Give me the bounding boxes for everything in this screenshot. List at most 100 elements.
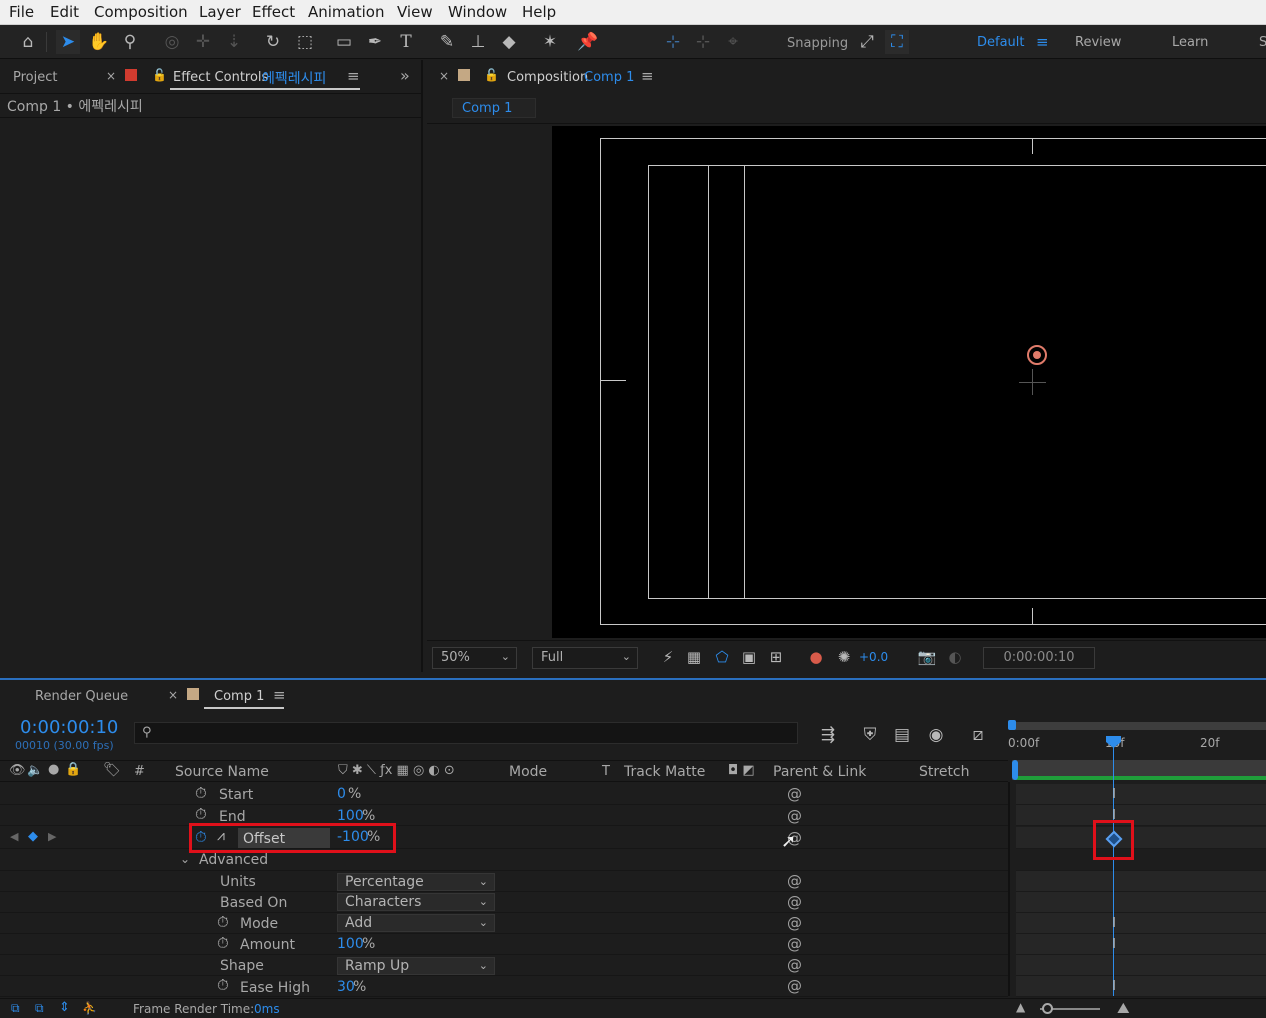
zoom-out-icon[interactable]: ▲ xyxy=(1016,1000,1025,1014)
panel-splitter[interactable] xyxy=(1008,782,1010,996)
tab-composition[interactable]: Composition xyxy=(507,70,588,85)
hold-keyframe-icon[interactable]: I xyxy=(1108,979,1120,994)
next-keyframe-icon[interactable]: ▶ xyxy=(48,830,56,843)
track-end[interactable] xyxy=(1016,805,1266,826)
composition-mini-flowchart-icon[interactable]: ⇶ xyxy=(816,723,840,747)
menu-effect[interactable]: Effect xyxy=(252,3,295,21)
tab-render-queue[interactable]: Render Queue xyxy=(35,689,128,704)
expression-pick-whip-icon[interactable]: @ xyxy=(787,807,802,825)
expression-pick-whip-icon[interactable]: @ xyxy=(787,785,802,803)
property-value[interactable]: 100 xyxy=(337,936,364,952)
chevron-down-icon[interactable]: ⌄ xyxy=(180,852,190,866)
home-icon[interactable]: ⌂ xyxy=(16,30,40,54)
pen-tool-icon[interactable]: ✒ xyxy=(363,30,387,54)
time-ruler[interactable]: 0:00f 10f 20f xyxy=(1008,720,1266,782)
track-start[interactable] xyxy=(1016,784,1266,805)
units-dropdown[interactable]: Percentage ⌄ xyxy=(337,873,495,891)
workspace-review[interactable]: Review xyxy=(1075,35,1121,50)
column-track-matte[interactable]: Track Matte xyxy=(624,764,705,780)
brush-tool-icon[interactable]: ✎ xyxy=(435,30,459,54)
work-area-start-handle[interactable] xyxy=(1008,720,1016,730)
color-management-icon[interactable]: ✺ xyxy=(832,645,856,669)
keyframe-navigator-icon[interactable]: ◆ xyxy=(28,829,38,844)
tab-effect-controls[interactable]: Effect Controls xyxy=(173,70,268,85)
transparency-grid-icon[interactable]: ▦ xyxy=(682,645,706,669)
in-out-toggle-icon[interactable]: ⇕ xyxy=(59,1000,70,1015)
menu-composition[interactable]: Composition xyxy=(94,3,188,21)
effect-controls-layer-name[interactable]: 에펙레시피 xyxy=(262,68,326,88)
mask-visibility-icon[interactable]: ⬠ xyxy=(710,645,734,669)
expression-pick-whip-icon[interactable]: @ xyxy=(787,872,802,890)
workspace-default[interactable]: Default xyxy=(977,35,1025,50)
property-value[interactable]: 0 xyxy=(337,786,346,802)
mode-dropdown[interactable]: Add ⌄ xyxy=(337,914,495,932)
lock-icon[interactable]: 🔒 xyxy=(65,762,81,777)
menu-window[interactable]: Window xyxy=(448,3,507,21)
selection-tool-icon[interactable]: ➤ xyxy=(56,30,80,54)
current-time-indicator[interactable] xyxy=(1113,738,1114,996)
menu-view[interactable]: View xyxy=(397,3,433,21)
expression-pick-whip-icon[interactable]: @ xyxy=(787,956,802,974)
menu-edit[interactable]: Edit xyxy=(50,3,79,21)
property-value[interactable]: 100 xyxy=(337,808,364,824)
track-ease-high[interactable] xyxy=(1016,976,1266,997)
show-snapshot-icon[interactable]: ◐ xyxy=(943,645,967,669)
composition-viewer[interactable] xyxy=(552,126,1266,638)
timeline-zoom-handle[interactable] xyxy=(1042,1003,1053,1014)
render-time-toggle-icon[interactable]: ⛹ xyxy=(82,1001,97,1015)
stopwatch-icon[interactable]: ⏱ xyxy=(217,976,229,994)
close-icon[interactable]: × xyxy=(106,69,116,83)
exposure-value[interactable]: +0.0 xyxy=(859,650,888,664)
hold-keyframe-icon[interactable]: I xyxy=(1108,787,1120,802)
track-units[interactable] xyxy=(1016,871,1266,892)
region-of-interest-icon[interactable]: ▣ xyxy=(737,645,761,669)
channel-icon[interactable]: ● xyxy=(804,645,828,669)
menu-animation[interactable]: Animation xyxy=(308,3,384,21)
current-time-display[interactable]: 0:00:00:10 xyxy=(983,647,1095,669)
fast-previews-icon[interactable]: ⚡ xyxy=(656,645,680,669)
track-offset[interactable] xyxy=(1016,827,1266,849)
hide-shy-layers-icon[interactable]: ▤ xyxy=(890,723,914,747)
eraser-tool-icon[interactable]: ◆ xyxy=(497,30,521,54)
grid-guides-icon[interactable]: ⊞ xyxy=(764,645,788,669)
orbit-camera-icon[interactable]: ◎ xyxy=(160,30,184,54)
dolly-camera-icon[interactable]: ⇣ xyxy=(222,30,246,54)
audio-icon[interactable]: 🔈 xyxy=(27,763,43,778)
type-tool-icon[interactable]: T xyxy=(394,30,418,54)
tab-timeline-comp[interactable]: Comp 1 xyxy=(214,689,264,704)
pan-camera-icon[interactable]: ✛ xyxy=(191,30,215,54)
snap-features-icon[interactable]: ⛶ xyxy=(885,30,909,54)
stopwatch-icon[interactable]: ⏱ xyxy=(217,913,229,931)
comp-pill[interactable]: Comp 1 xyxy=(452,98,536,118)
rectangle-tool-icon[interactable]: ▭ xyxy=(332,30,356,54)
column-mode[interactable]: Mode xyxy=(509,764,547,780)
panel-menu-icon[interactable]: ≡ xyxy=(273,686,286,704)
menu-file[interactable]: File xyxy=(9,3,34,21)
draft-3d-icon[interactable]: ⛨ xyxy=(858,723,882,747)
panel-menu-icon[interactable]: ≡ xyxy=(641,67,654,85)
column-stretch[interactable]: Stretch xyxy=(919,764,970,780)
advanced-group-row[interactable]: ⌄ Advanced xyxy=(0,850,1008,871)
stopwatch-icon[interactable]: ⏱ xyxy=(195,784,207,802)
stopwatch-icon[interactable]: ⏱ xyxy=(217,934,229,952)
clone-stamp-tool-icon[interactable]: ⊥ xyxy=(466,30,490,54)
menu-help[interactable]: Help xyxy=(522,3,556,21)
track-based-on[interactable] xyxy=(1016,892,1266,913)
tab-project[interactable]: Project xyxy=(13,70,57,85)
workspace-learn[interactable]: Learn xyxy=(1172,35,1208,50)
search-input[interactable]: ⚲ xyxy=(134,722,798,744)
lock-icon[interactable]: 🔓 xyxy=(152,68,167,82)
anchor-point-icon[interactable] xyxy=(1027,345,1047,365)
snap-expand-icon[interactable]: ⤢ xyxy=(855,30,879,54)
track-amount[interactable] xyxy=(1016,934,1266,955)
axis-tool-icon[interactable]: ⌖ xyxy=(721,30,745,54)
workspace-menu-icon[interactable]: ≡ xyxy=(1036,33,1049,51)
motion-blur-icon[interactable]: ◉ xyxy=(924,723,948,747)
graph-editor-icon[interactable]: ⧄ xyxy=(966,723,990,747)
column-source-name[interactable]: Source Name xyxy=(175,764,269,780)
expression-pick-whip-icon[interactable]: @ xyxy=(787,893,802,911)
based-on-dropdown[interactable]: Characters ⌄ xyxy=(337,893,495,911)
hold-keyframe-icon[interactable]: I xyxy=(1108,916,1120,931)
expression-pick-whip-icon[interactable]: @ xyxy=(787,977,802,995)
roto-brush-tool-icon[interactable]: ✶ xyxy=(538,30,562,54)
